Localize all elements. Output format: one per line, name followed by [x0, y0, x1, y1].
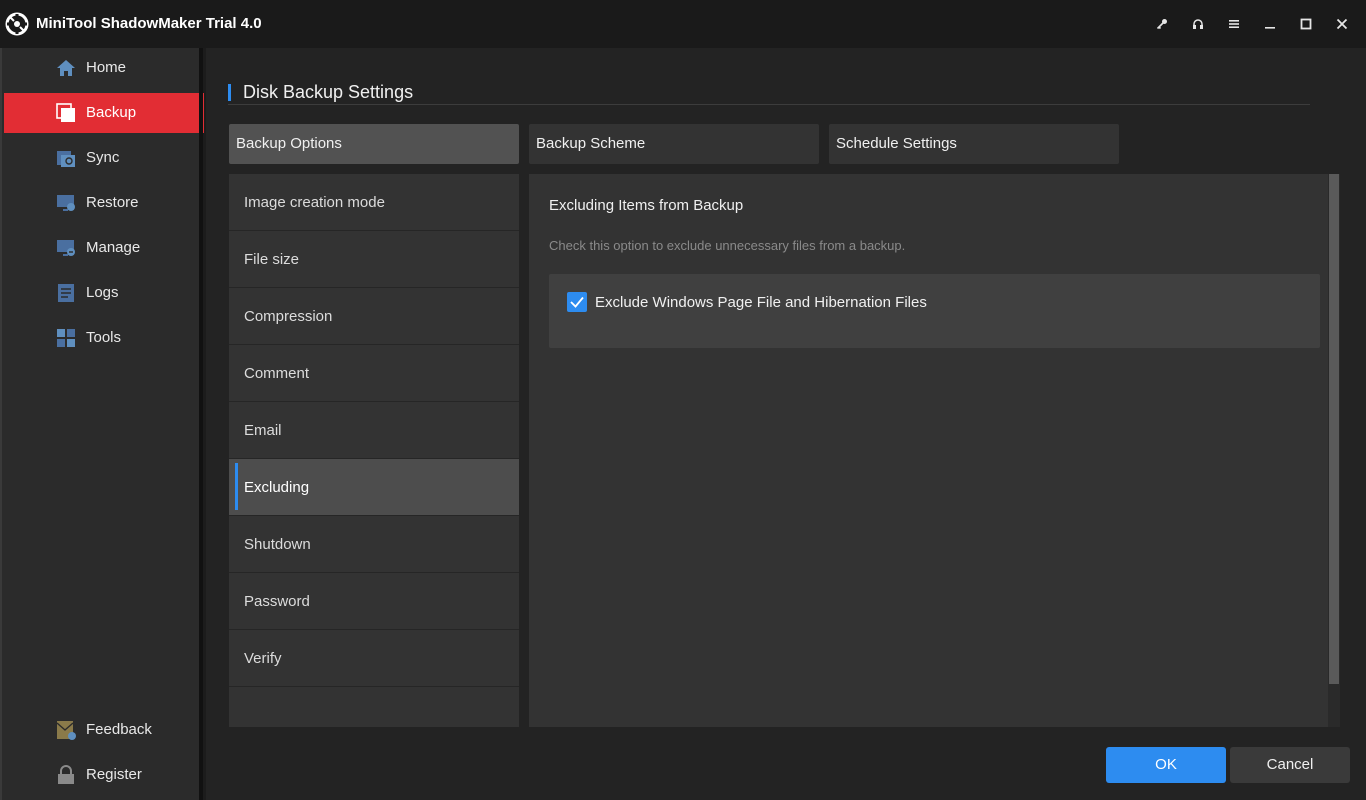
sidebar-item-home[interactable]: Home	[4, 48, 204, 88]
tools-icon	[57, 329, 75, 347]
sidebar-item-label: Register	[86, 766, 142, 783]
sidebar-item-tools[interactable]: Tools	[4, 318, 204, 358]
sidebar-divider	[199, 48, 203, 800]
exclude-page-file-label[interactable]: Exclude Windows Page File and Hibernatio…	[595, 294, 927, 311]
feedback-icon	[56, 721, 76, 740]
app-title: MiniTool ShadowMaker Trial 4.0	[36, 15, 262, 32]
title-accent	[228, 84, 231, 101]
manage-icon	[57, 240, 75, 256]
key-icon[interactable]	[1144, 12, 1180, 36]
option-comment[interactable]: Comment	[229, 345, 519, 402]
close-icon[interactable]	[1324, 12, 1360, 36]
detail-panel: Excluding Items from Backup Check this o…	[529, 174, 1328, 727]
main-content: Disk Backup Settings Backup Options Back…	[206, 48, 1366, 800]
backup-icon	[56, 103, 75, 122]
checkmark-icon	[570, 296, 584, 308]
detail-description: Check this option to exclude unnecessary…	[549, 238, 906, 253]
detail-title: Excluding Items from Backup	[549, 197, 744, 214]
option-file-size[interactable]: File size	[229, 231, 519, 288]
page-title: Disk Backup Settings	[243, 82, 414, 102]
sidebar-item-register[interactable]: Register	[4, 755, 204, 795]
sidebar-item-sync[interactable]: Sync	[4, 138, 204, 178]
lock-icon	[58, 765, 74, 784]
cancel-button[interactable]: Cancel	[1230, 747, 1350, 783]
ok-button[interactable]: OK	[1106, 747, 1226, 783]
option-shutdown[interactable]: Shutdown	[229, 516, 519, 573]
window-controls	[1144, 12, 1360, 36]
maximize-icon[interactable]	[1288, 12, 1324, 36]
sidebar-item-label: Tools	[86, 329, 122, 346]
scrollbar-thumb[interactable]	[1329, 174, 1339, 684]
tab-backup-options[interactable]: Backup Options	[229, 124, 519, 164]
title-bar: MiniTool ShadowMaker Trial 4.0	[0, 0, 1366, 48]
option-password[interactable]: Password	[229, 573, 519, 630]
options-list: Image creation mode File size Compressio…	[229, 174, 519, 727]
sidebar-item-restore[interactable]: Restore	[4, 183, 204, 223]
sidebar-item-label: Backup	[86, 104, 137, 121]
restore-icon	[57, 195, 75, 211]
sidebar-item-logs[interactable]: Logs	[4, 273, 204, 313]
tab-schedule-settings[interactable]: Schedule Settings	[829, 124, 1119, 164]
app-logo-icon	[5, 12, 29, 36]
option-image-creation-mode[interactable]: Image creation mode	[229, 174, 519, 231]
home-icon	[57, 60, 75, 76]
option-compression[interactable]: Compression	[229, 288, 519, 345]
exclude-page-file-checkbox[interactable]	[567, 292, 587, 312]
option-excluding[interactable]: Excluding	[229, 459, 519, 516]
sidebar-item-backup[interactable]: Backup	[4, 93, 204, 133]
sidebar-item-label: Feedback	[86, 721, 152, 738]
sidebar-item-label: Sync	[86, 149, 120, 166]
sidebar-item-label: Logs	[86, 284, 119, 301]
logs-icon	[58, 284, 74, 302]
sync-icon	[57, 151, 75, 167]
option-email[interactable]: Email	[229, 402, 519, 459]
menu-icon[interactable]	[1216, 12, 1252, 36]
sidebar-item-manage[interactable]: Manage	[4, 228, 204, 268]
sidebar: Home Backup Sync Restore Manage Logs Too…	[0, 48, 204, 800]
detail-scrollbar[interactable]	[1328, 174, 1340, 727]
option-verify[interactable]: Verify	[229, 630, 519, 687]
sidebar-item-feedback[interactable]: Feedback	[4, 710, 204, 750]
sidebar-item-label: Restore	[86, 194, 139, 211]
tab-backup-scheme[interactable]: Backup Scheme	[529, 124, 819, 164]
headset-icon[interactable]	[1180, 12, 1216, 36]
minimize-icon[interactable]	[1252, 12, 1288, 36]
page-header: Disk Backup Settings	[228, 82, 1310, 105]
sidebar-item-label: Manage	[86, 239, 141, 256]
sidebar-item-label: Home	[86, 59, 127, 76]
exclude-option-row: Exclude Windows Page File and Hibernatio…	[549, 274, 1320, 348]
